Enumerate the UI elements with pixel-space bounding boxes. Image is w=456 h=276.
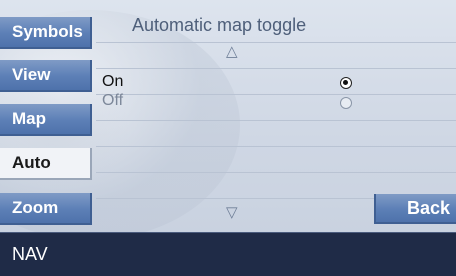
option-off-label[interactable]: Off — [102, 92, 123, 110]
sidebar-item-map[interactable]: Map — [0, 104, 92, 136]
status-bar: NAV — [0, 233, 456, 276]
nav-screen: Symbols View Map Auto Zoom Automatic map… — [0, 0, 456, 276]
page-title: Automatic map toggle — [132, 15, 307, 35]
sidebar-item-zoom[interactable]: Zoom — [0, 193, 92, 225]
divider — [96, 94, 456, 95]
back-button[interactable]: Back — [374, 194, 456, 224]
radio-on[interactable] — [340, 77, 352, 89]
triangle-up-icon[interactable]: △ — [226, 42, 238, 60]
sidebar-item-symbols[interactable]: Symbols — [0, 17, 92, 49]
triangle-down-icon[interactable]: ▽ — [226, 203, 238, 221]
divider — [96, 42, 456, 43]
content-panel: Symbols View Map Auto Zoom Automatic map… — [0, 0, 456, 233]
sidebar-item-auto[interactable]: Auto — [0, 148, 92, 180]
sidebar-item-view[interactable]: View — [0, 60, 92, 92]
option-on-label[interactable]: On — [102, 73, 123, 91]
radio-off[interactable] — [340, 97, 352, 109]
divider — [96, 120, 456, 121]
divider — [96, 172, 456, 173]
divider — [96, 146, 456, 147]
divider — [96, 68, 456, 69]
